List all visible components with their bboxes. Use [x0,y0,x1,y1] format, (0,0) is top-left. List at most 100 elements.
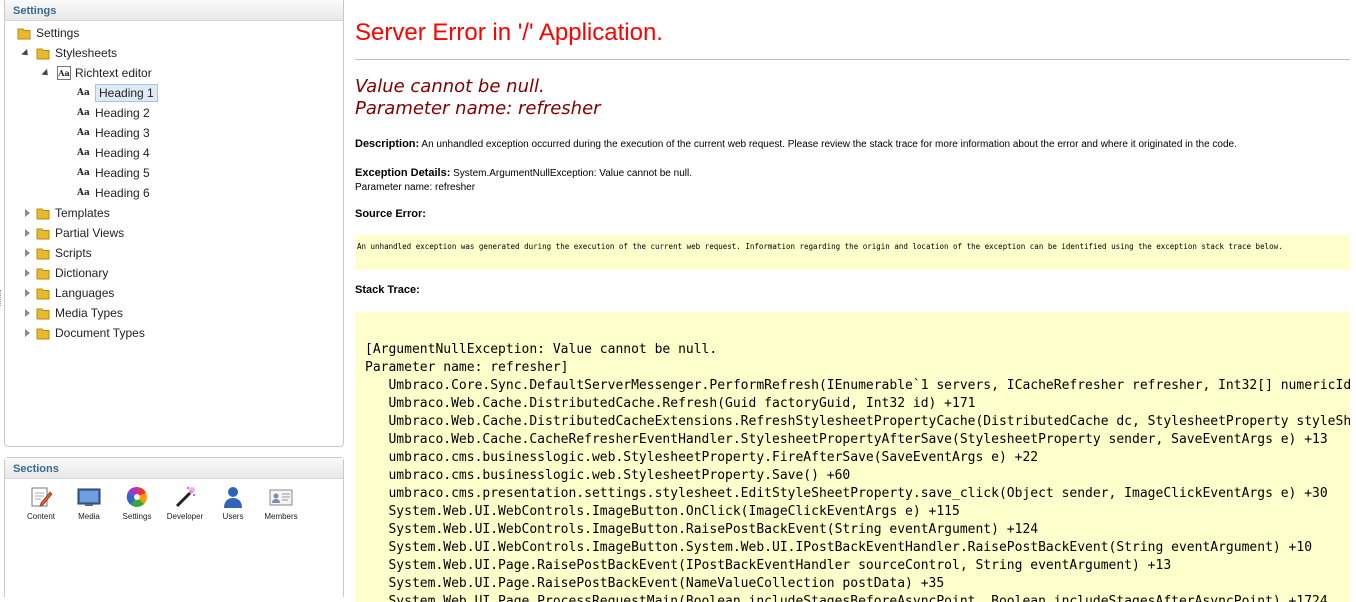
sections-list: Content Media Settings Developer Users M… [17,485,305,521]
users-icon [221,485,245,509]
collapsed-arrow-icon[interactable] [25,209,30,217]
collapsed-arrow-icon[interactable] [25,249,30,257]
section-developer[interactable]: Developer [161,485,209,521]
error-title: Server Error in '/' Application. [355,19,663,46]
collapsed-arrow-icon[interactable] [25,309,30,317]
section-label: Settings [122,512,152,521]
section-label: Media [78,512,100,521]
tree-node-label: Heading 3 [95,126,150,140]
error-message: Value cannot be null. Parameter name: re… [355,76,601,120]
section-label: Members [264,512,298,521]
tree-node-label: Media Types [55,306,123,320]
stack-trace-box[interactable]: [ArgumentNullException: Value cannot be … [355,312,1350,602]
panel-splitter-handle[interactable] [0,290,3,306]
stack-trace-label: Stack Trace: [355,284,420,296]
tree-node-label: Heading 2 [95,106,150,120]
description-paragraph: Description: An unhandled exception occu… [355,138,1237,150]
tree-node-label: Stylesheets [55,46,118,60]
sections-panel-title: Sections [5,458,343,479]
title-divider [355,59,1350,60]
tree-node-media-types[interactable]: Media Types [5,303,343,323]
stylesheet-property-icon: Aa [77,88,90,98]
stack-trace-heading: Stack Trace: [355,284,420,296]
error-message-line-2: Parameter name: refresher [355,98,601,119]
tree-node-heading-2[interactable]: Aa Heading 2 [5,103,343,123]
tree-node-dictionary[interactable]: Dictionary [5,263,343,283]
tree-node-label: Languages [55,286,115,300]
stylesheet-property-icon: Aa [77,168,90,178]
tree-node-stylesheets[interactable]: Stylesheets [5,43,343,63]
exception-parameter-text: Parameter name: refresher [355,182,476,193]
stylesheet-property-icon: Aa [77,148,90,158]
tree-node-languages[interactable]: Languages [5,283,343,303]
section-media[interactable]: Media [65,485,113,521]
folder-icon [36,326,50,340]
content-icon [29,485,53,509]
section-label: Users [222,512,244,521]
stylesheet-property-icon: Aa [77,128,90,138]
tree-node-templates[interactable]: Templates [5,203,343,223]
tree-node-label: Heading 1 [95,84,158,102]
tree-node-partial-views[interactable]: Partial Views [5,223,343,243]
tree-node-heading-6[interactable]: Aa Heading 6 [5,183,343,203]
collapsed-arrow-icon[interactable] [25,269,30,277]
stylesheet-icon: Aa [57,66,71,80]
tree-node-scripts[interactable]: Scripts [5,243,343,263]
description-text: An unhandled exception occurred during t… [419,139,1237,150]
tree-node-richtext-editor[interactable]: Aa Richtext editor [5,63,343,83]
folder-icon [36,306,50,320]
section-label: Developer [166,512,204,521]
exception-details-label: Exception Details: [355,167,451,179]
tree-node-settings[interactable]: Settings [5,23,343,43]
folder-icon [36,46,50,60]
tree-node-label: Heading 4 [95,146,150,160]
exception-details-text: System.ArgumentNullException: Value cann… [450,168,692,179]
tree-node-label: Templates [55,206,110,220]
sections-panel: Sections Content Media Settings Develope… [4,457,344,597]
source-error-box: An unhandled exception was generated dur… [355,235,1350,270]
tree-node-heading-1[interactable]: Aa Heading 1 [5,83,343,103]
tree-node-label: Richtext editor [75,66,152,80]
settings-panel-title: Settings [5,0,343,21]
folder-icon [36,266,50,280]
section-content[interactable]: Content [17,485,65,521]
folder-icon [36,246,50,260]
expand-arrow-icon[interactable] [41,68,51,79]
section-users[interactable]: Users [209,485,257,521]
tree-node-label: Heading 6 [95,186,150,200]
stylesheet-property-icon: Aa [77,108,90,118]
description-label: Description: [355,138,420,150]
tree-node-heading-4[interactable]: Aa Heading 4 [5,143,343,163]
tree-node-label: Settings [36,26,80,40]
settings-tree: Settings Stylesheets Aa Richtext editor … [5,23,343,343]
error-message-line-1: Value cannot be null. [355,76,545,97]
tree-node-label: Document Types [55,326,145,340]
collapsed-arrow-icon[interactable] [25,329,30,337]
collapsed-arrow-icon[interactable] [25,289,30,297]
expand-arrow-icon[interactable] [21,48,31,59]
source-error-heading: Source Error: [355,208,426,220]
source-error-text: An unhandled exception was generated dur… [357,242,1283,251]
tree-node-label: Dictionary [55,266,109,280]
members-icon [269,485,293,509]
stack-trace-text: [ArgumentNullException: Value cannot be … [365,342,1350,602]
folder-icon [36,206,50,220]
folder-icon [36,226,50,240]
media-icon [77,485,101,509]
tree-node-heading-5[interactable]: Aa Heading 5 [5,163,343,183]
tree-node-heading-3[interactable]: Aa Heading 3 [5,123,343,143]
tree-node-label: Heading 5 [95,166,150,180]
folder-icon [36,286,50,300]
folder-icon [17,26,31,40]
settings-icon [125,485,149,509]
section-label: Content [26,512,56,521]
collapsed-arrow-icon[interactable] [25,229,30,237]
tree-node-label: Scripts [55,246,92,260]
settings-panel: Settings Settings Stylesheets Aa Richtex… [4,0,344,447]
developer-icon [173,485,197,509]
stylesheet-property-icon: Aa [77,188,90,198]
section-members[interactable]: Members [257,485,305,521]
section-settings[interactable]: Settings [113,485,161,521]
exception-details-paragraph: Exception Details: System.ArgumentNullEx… [355,166,692,195]
tree-node-document-types[interactable]: Document Types [5,323,343,343]
